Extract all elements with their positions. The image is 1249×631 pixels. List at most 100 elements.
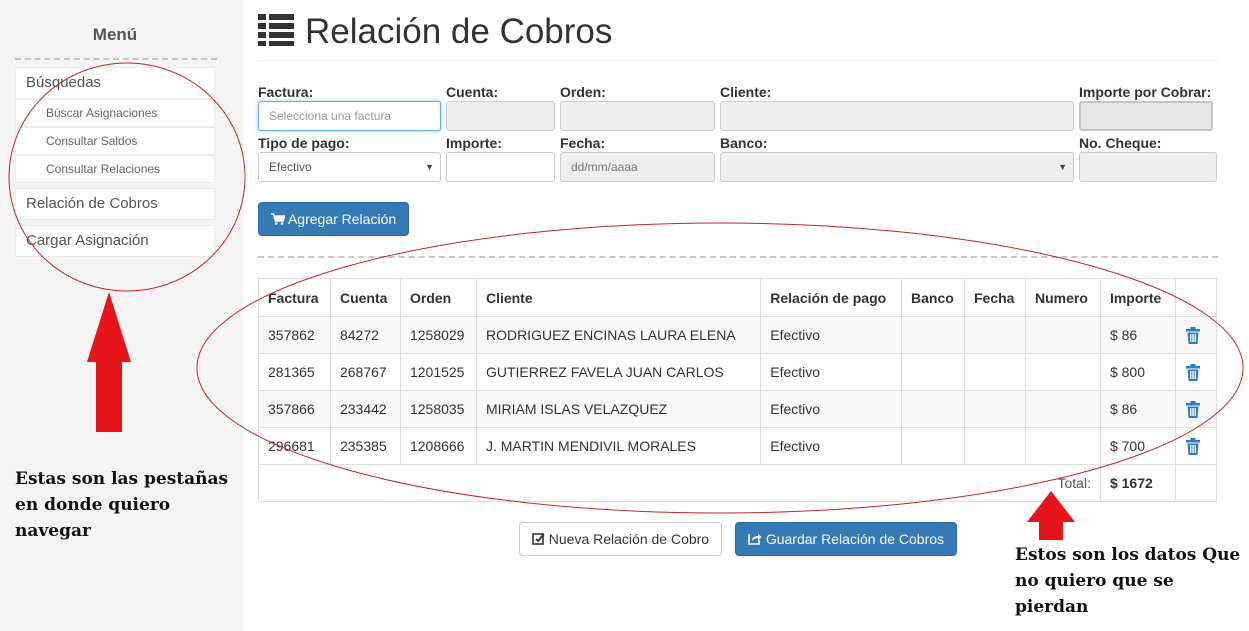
- cell-orden: 1258029: [399, 316, 477, 354]
- cell-relacion: Efectivo: [760, 316, 903, 354]
- column-header: Cuenta: [329, 278, 401, 317]
- cell-importe: $ 800: [1099, 353, 1176, 391]
- cell-relacion: Efectivo: [760, 427, 903, 465]
- column-header: Orden: [399, 278, 477, 317]
- column-header: Banco: [901, 278, 965, 317]
- annotation-line: no quiero que se: [1015, 571, 1174, 591]
- cell-numero: [1024, 353, 1101, 391]
- table-row: 296681 235385 1208666 J. MARTIN MENDIVIL…: [258, 427, 1218, 465]
- cell-cuenta: 235385: [329, 427, 401, 465]
- sidebar-subitem-consultar-relaciones[interactable]: Consultar Relaciones: [15, 155, 215, 183]
- cell-numero: [1024, 316, 1101, 354]
- importe-field[interactable]: [446, 152, 555, 182]
- menu-title: Menú: [92, 25, 138, 44]
- cell-fecha: [964, 353, 1026, 391]
- cell-actions: [1174, 353, 1218, 391]
- cliente-field[interactable]: [720, 101, 1074, 131]
- annotation-note-left: Estas son las pestañas en donde quiero n…: [15, 466, 228, 544]
- annotation-line: pierdan: [1015, 597, 1089, 617]
- importe-por-cobrar-label: Importe por Cobrar:: [1079, 84, 1212, 100]
- cell-numero: [1024, 390, 1101, 428]
- cell-actions: [1174, 427, 1218, 465]
- cell-cuenta: 84272: [329, 316, 401, 354]
- tipo-pago-value: Efectivo: [269, 160, 312, 174]
- fecha-field[interactable]: dd/mm/aaaa: [560, 152, 715, 182]
- cell-factura: 357866: [258, 390, 331, 428]
- cell-numero: [1024, 427, 1101, 465]
- trash-icon[interactable]: [1185, 326, 1201, 344]
- sidebar-subitem-buscar-asignaciones[interactable]: Búscar Asignaciones: [15, 99, 215, 127]
- importe-label: Importe:: [446, 135, 502, 151]
- cell-relacion: Efectivo: [760, 390, 903, 428]
- tipo-pago-label: Tipo de pago:: [258, 135, 350, 151]
- column-header: Cliente: [475, 278, 762, 317]
- column-header: Fecha: [964, 278, 1026, 317]
- cell-cuenta: 233442: [329, 390, 401, 428]
- share-square-icon: [748, 533, 762, 545]
- annotation-line: en donde quiero: [15, 495, 171, 515]
- trash-icon[interactable]: [1185, 400, 1201, 418]
- cell-factura: 281365: [258, 353, 331, 391]
- agregar-relacion-label: Agregar Relación: [287, 211, 397, 227]
- total-value: $ 1672: [1099, 464, 1176, 502]
- factura-field[interactable]: [258, 101, 441, 131]
- nueva-relacion-button[interactable]: Nueva Relación de Cobro: [519, 522, 722, 556]
- edit-icon: [532, 533, 545, 545]
- cell-orden: 1201525: [399, 353, 477, 391]
- cell-banco: [901, 353, 965, 391]
- relaciones-table: Factura Cuenta Orden Cliente Relación de…: [258, 278, 1218, 502]
- total-label: Total:: [258, 464, 1101, 502]
- banco-select[interactable]: ▼: [720, 152, 1074, 182]
- table-total-row: Total: $ 1672: [258, 464, 1218, 502]
- cell-importe: $ 86: [1099, 390, 1176, 428]
- sidebar-item-relacion-cobros[interactable]: Relación de Cobros: [15, 188, 215, 220]
- fecha-placeholder: dd/mm/aaaa: [571, 160, 638, 174]
- guardar-relacion-button[interactable]: Guardar Relación de Cobros: [735, 522, 957, 556]
- annotation-line: Estas son las pestañas: [15, 469, 229, 489]
- importe-por-cobrar-field[interactable]: [1079, 101, 1213, 131]
- table-row: 357862 84272 1258029 RODRIGUEZ ENCINAS L…: [258, 316, 1218, 354]
- column-header: Factura: [258, 278, 331, 317]
- trash-icon[interactable]: [1185, 437, 1201, 455]
- cell-factura: 296681: [258, 427, 331, 465]
- cart-icon: [270, 213, 286, 225]
- cell-fecha: [964, 427, 1026, 465]
- banco-label: Banco:: [720, 135, 768, 151]
- cell-orden: 1208666: [399, 427, 477, 465]
- form-divider: [258, 256, 1218, 258]
- cell-banco: [901, 427, 965, 465]
- sidebar-item-cargar-asignacion[interactable]: Cargar Asignación: [15, 225, 215, 257]
- cell-fecha: [964, 316, 1026, 354]
- table-row: 281365 268767 1201525 GUTIERREZ FAVELA J…: [258, 353, 1218, 391]
- caret-down-icon: ▼: [425, 162, 434, 172]
- cell-cliente: GUTIERREZ FAVELA JUAN CARLOS: [475, 353, 762, 391]
- sidebar-item-busquedas[interactable]: Búsquedas: [15, 67, 215, 99]
- annotation-line: navegar: [15, 521, 91, 541]
- list-icon: [258, 14, 294, 46]
- guardar-relacion-label: Guardar Relación de Cobros: [765, 531, 945, 547]
- page-title: Relación de Cobros: [305, 12, 613, 51]
- nueva-relacion-label: Nueva Relación de Cobro: [548, 531, 710, 547]
- trash-icon[interactable]: [1185, 363, 1201, 381]
- column-header: Numero: [1024, 278, 1101, 317]
- cell-cliente: RODRIGUEZ ENCINAS LAURA ELENA: [475, 316, 762, 354]
- orden-field[interactable]: [560, 101, 715, 131]
- cell-cliente: MIRIAM ISLAS VELAZQUEZ: [475, 390, 762, 428]
- menu-divider: [15, 58, 217, 60]
- no-cheque-label: No. Cheque:: [1079, 135, 1162, 151]
- column-header: Importe: [1099, 278, 1176, 317]
- total-empty-cell: [1174, 464, 1218, 502]
- agregar-relacion-button[interactable]: Agregar Relación: [258, 202, 409, 236]
- no-cheque-field[interactable]: [1079, 152, 1217, 182]
- tipo-pago-select[interactable]: Efectivo ▼: [258, 152, 441, 182]
- cuenta-field[interactable]: [446, 101, 555, 131]
- cell-cuenta: 268767: [329, 353, 401, 391]
- cell-fecha: [964, 390, 1026, 428]
- annotation-note-right: Estos son los datos Que no quiero que se…: [1015, 542, 1240, 620]
- column-header-actions: [1174, 278, 1218, 317]
- table-header-row: Factura Cuenta Orden Cliente Relación de…: [258, 278, 1218, 317]
- cuenta-label: Cuenta:: [446, 84, 499, 100]
- sidebar-subitem-consultar-saldos[interactable]: Consultar Saldos: [15, 127, 215, 155]
- cell-actions: [1174, 390, 1218, 428]
- factura-input[interactable]: [269, 103, 430, 129]
